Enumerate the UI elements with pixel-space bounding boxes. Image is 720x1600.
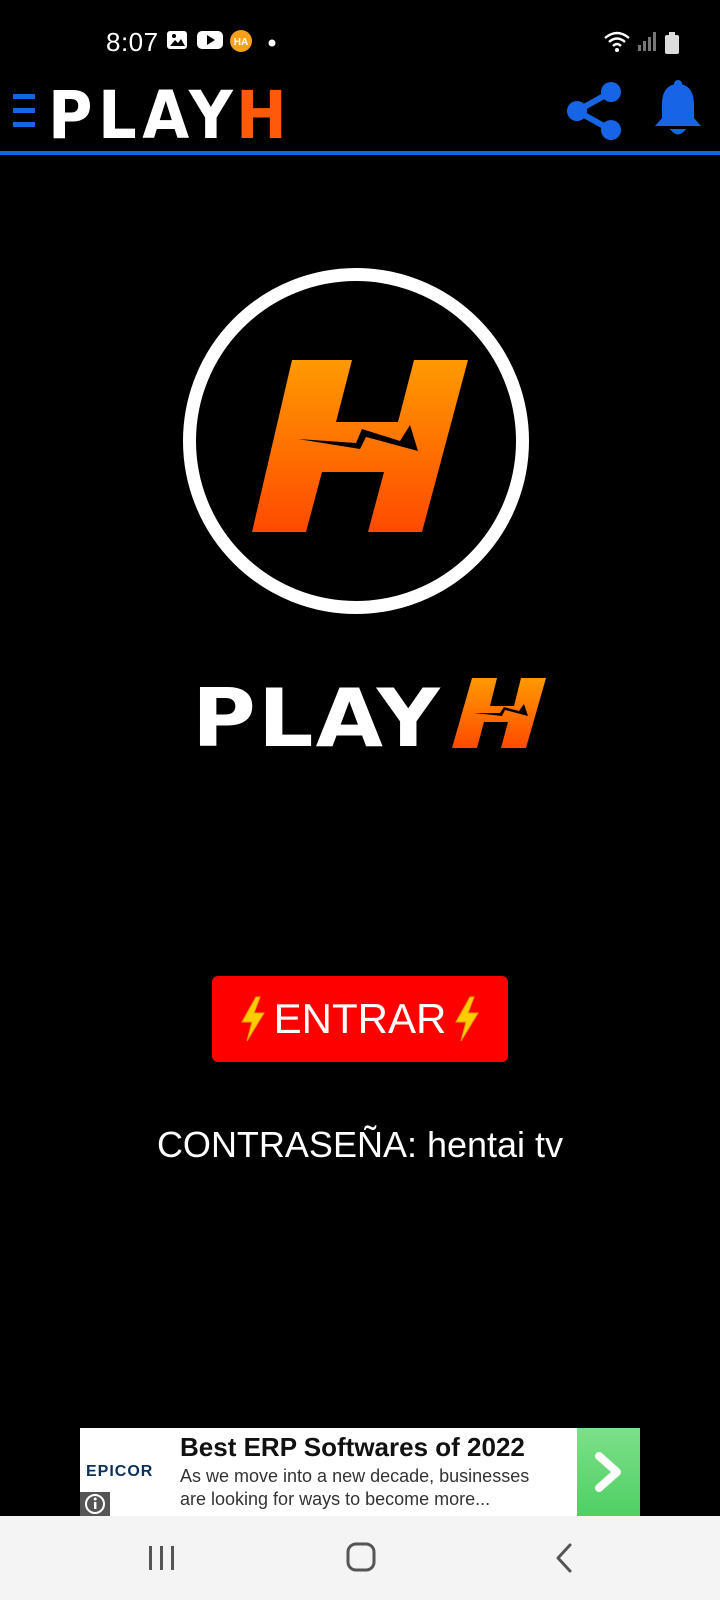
lightning-icon <box>455 996 480 1042</box>
home-icon[interactable] <box>346 1542 376 1572</box>
enter-button-label: ENTRAR <box>273 995 447 1042</box>
back-icon[interactable] <box>552 1542 576 1574</box>
password-hint: CONTRASEÑA: hentai tv <box>156 1124 564 1165</box>
gallery-icon <box>167 31 187 49</box>
logo-h-icon <box>252 360 468 532</box>
app-brand-word: PLAY <box>48 77 239 154</box>
youtube-icon <box>197 31 223 49</box>
dot-icon <box>268 39 276 47</box>
ad-info-button[interactable] <box>80 1492 110 1516</box>
status-time: 8:07 <box>106 27 159 57</box>
wordmark-text: PLAY <box>192 676 442 760</box>
wifi-icon <box>604 31 630 52</box>
nav-bar <box>0 1516 720 1600</box>
signal-icon <box>638 32 656 51</box>
ad-cta-button[interactable] <box>577 1428 640 1516</box>
ad-brand-logo: EPICOR <box>86 1463 153 1480</box>
ad-title[interactable]: Best ERP Softwares of 2022 <box>180 1432 525 1463</box>
info-icon <box>85 1494 105 1514</box>
chevron-right-icon <box>595 1452 621 1492</box>
ad-body: As we move into a new decade, businesses… <box>180 1466 530 1509</box>
ad-brand: EPICOR <box>86 1463 153 1480</box>
wordmark: PLAY <box>192 676 546 760</box>
app-brand-letter: H <box>236 77 293 154</box>
recents-icon[interactable] <box>147 1544 177 1572</box>
bell-icon[interactable] <box>652 80 704 140</box>
app-bar-divider <box>0 151 720 155</box>
share-icon[interactable] <box>563 80 625 142</box>
lightning-icon <box>240 996 265 1042</box>
battery-icon <box>665 32 679 54</box>
menu-icon[interactable] <box>13 94 37 128</box>
app-bar: PLAY H <box>0 74 720 154</box>
svg-text:HA: HA <box>234 37 248 48</box>
enter-button[interactable]: ENTRAR <box>212 976 508 1062</box>
app-badge-icon: HA <box>230 30 252 52</box>
